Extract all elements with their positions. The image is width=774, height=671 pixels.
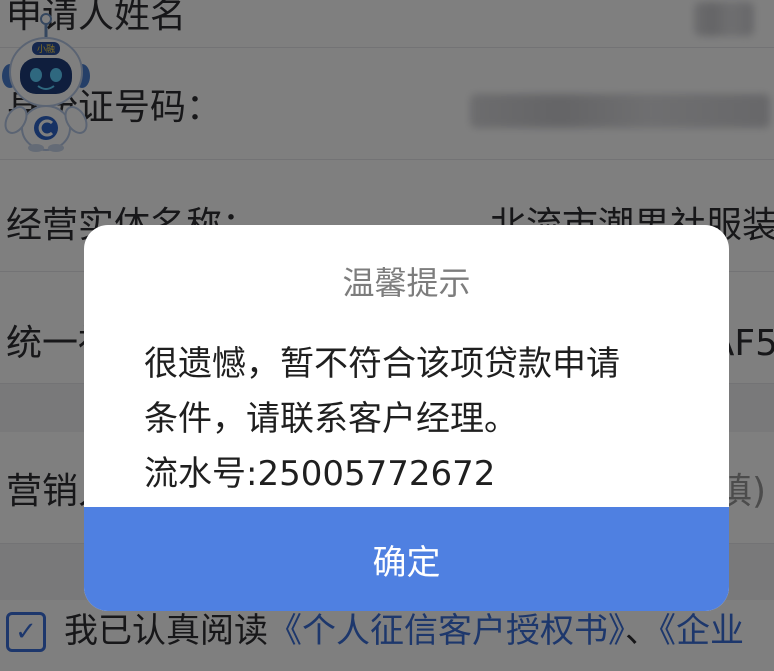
dialog-message-line-1: 很遗憾，暂不符合该项贷款申请 [144, 344, 620, 384]
dialog-title: 温馨提示 [342, 264, 471, 302]
dialog-serial-number: 流水号:25005772672 [144, 454, 496, 494]
dialog-message-line-2: 条件，请联系客户经理。 [144, 399, 518, 439]
alert-dialog: 温馨提示 很遗憾，暂不符合该项贷款申请 条件，请联系客户经理。 流水号:2500… [84, 225, 729, 611]
confirm-button[interactable]: 确定 [84, 507, 729, 611]
dialog-message: 很遗憾，暂不符合该项贷款申请 条件，请联系客户经理。 流水号:250057726… [144, 337, 684, 502]
